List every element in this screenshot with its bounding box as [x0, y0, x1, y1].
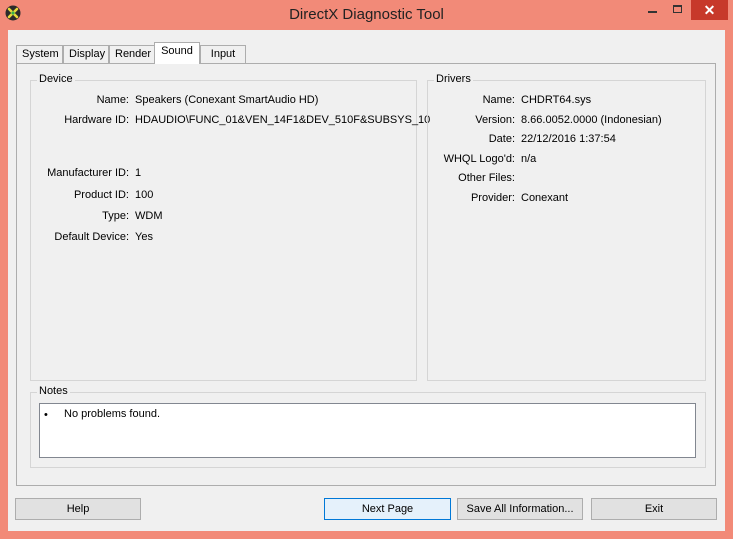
- sound-tab-panel: Device Name: Speakers (Conexant SmartAud…: [16, 63, 716, 486]
- help-button[interactable]: Help: [15, 498, 141, 520]
- default-device-label: Default Device:: [54, 231, 129, 243]
- device-name-label: Name:: [96, 94, 129, 106]
- save-all-information-button[interactable]: Save All Information...: [457, 498, 583, 520]
- notes-item: No problems found.: [64, 408, 160, 420]
- driver-name-value: CHDRT64.sys: [521, 94, 592, 106]
- hardware-id-label: Hardware ID:: [64, 114, 129, 126]
- tab-sound[interactable]: Sound: [154, 42, 200, 64]
- driver-date-value: 22/12/2016 1:37:54: [521, 133, 616, 145]
- maximize-icon: [673, 5, 682, 13]
- product-id-label: Product ID:: [73, 189, 129, 201]
- whql-label: WHQL Logo'd:: [443, 153, 515, 165]
- notes-textbox[interactable]: • No problems found.: [39, 403, 696, 458]
- driver-version-label: Version:: [475, 114, 515, 126]
- maximize-button[interactable]: [665, 0, 691, 20]
- notes-bullet: •: [44, 409, 48, 421]
- default-device-value: Yes: [135, 231, 153, 243]
- client-area: System Display Render Sound Input Device…: [8, 30, 725, 531]
- other-files-label: Other Files:: [458, 172, 515, 184]
- hardware-id-value: HDAUDIO\FUNC_01&VEN_14F1&DEV_510F&SUBSYS…: [135, 114, 431, 126]
- drivers-group: Drivers Name: CHDRT64.sys Version: 8.66.…: [427, 73, 706, 381]
- title-bar[interactable]: DirectX Diagnostic Tool ✕: [0, 0, 733, 30]
- provider-value: Conexant: [521, 192, 569, 204]
- driver-name-label: Name:: [482, 94, 515, 106]
- type-value: WDM: [135, 210, 163, 222]
- tab-render[interactable]: Render: [109, 45, 155, 63]
- manufacturer-id-value: 1: [135, 167, 142, 179]
- whql-value: n/a: [521, 153, 537, 165]
- window: DirectX Diagnostic Tool ✕ System Display…: [0, 0, 733, 539]
- type-label: Type:: [102, 210, 129, 222]
- device-group-title: Device: [37, 73, 75, 85]
- next-page-button[interactable]: Next Page: [324, 498, 451, 520]
- driver-version-value: 8.66.0052.0000 (Indonesian): [521, 114, 662, 126]
- tab-system[interactable]: System: [16, 45, 63, 63]
- driver-date-label: Date:: [488, 133, 515, 145]
- provider-label: Provider:: [470, 192, 515, 204]
- product-id-value: 100: [135, 189, 154, 201]
- device-group: Device Name: Speakers (Conexant SmartAud…: [30, 73, 430, 381]
- tab-input[interactable]: Input: [200, 45, 246, 63]
- window-title: DirectX Diagnostic Tool: [289, 6, 444, 23]
- notes-group-title: Notes: [37, 385, 70, 397]
- close-button[interactable]: ✕: [691, 0, 728, 20]
- manufacturer-id-label: Manufacturer ID:: [47, 167, 129, 179]
- device-name-value: Speakers (Conexant SmartAudio HD): [135, 94, 319, 106]
- tab-display[interactable]: Display: [63, 45, 109, 63]
- notes-group: Notes • No problems found.: [30, 385, 706, 468]
- minimize-icon: [648, 11, 657, 13]
- minimize-button[interactable]: [639, 0, 665, 20]
- exit-button[interactable]: Exit: [591, 498, 717, 520]
- close-icon: ✕: [703, 2, 716, 18]
- drivers-group-title: Drivers: [434, 73, 473, 85]
